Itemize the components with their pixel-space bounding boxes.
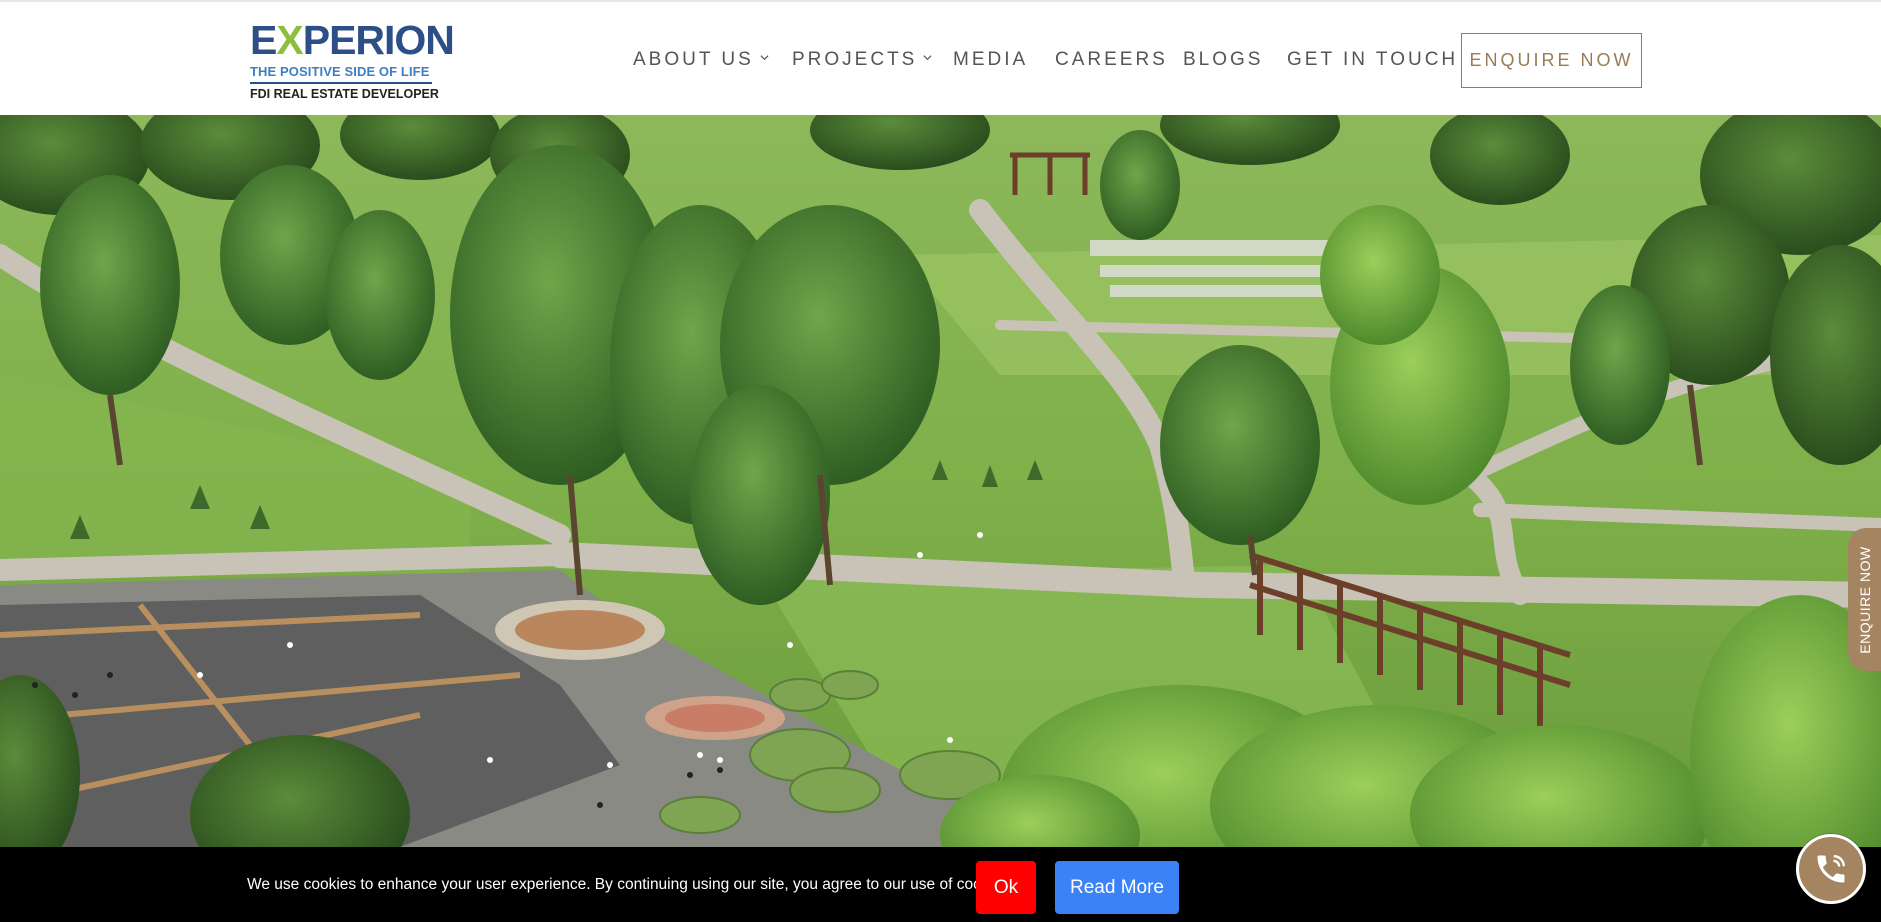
- phone-icon: [1817, 855, 1845, 883]
- side-enquire-label: ENQUIRE NOW: [1856, 545, 1873, 654]
- chevron-down-icon: [923, 55, 932, 61]
- logo-wordmark: EXPERION: [250, 17, 455, 63]
- logo-tagline: THE POSITIVE SIDE OF LIFE: [250, 64, 430, 79]
- cookie-consent-bar: We use cookies to enhance your user expe…: [0, 847, 1881, 922]
- call-button[interactable]: [1796, 834, 1866, 904]
- cookie-read-more-button[interactable]: Read More: [1055, 861, 1179, 914]
- nav-item-label: ABOUT US: [633, 49, 754, 70]
- chevron-down-icon: [760, 55, 769, 61]
- nav-item-projects[interactable]: PROJECTS: [792, 40, 932, 80]
- cookie-message: We use cookies to enhance your user expe…: [247, 876, 1014, 893]
- nav-item-label: CAREERS: [1055, 49, 1168, 70]
- cookie-ok-button[interactable]: Ok: [976, 861, 1036, 914]
- nav-item-label: BLOGS: [1183, 49, 1264, 70]
- hero-banner: ENQUIRE NOW: [0, 115, 1881, 847]
- site-header: EXPERION THE POSITIVE SIDE OF LIFE FDI R…: [0, 0, 1881, 115]
- nav-item-media[interactable]: MEDIA: [953, 40, 1028, 80]
- nav-item-careers[interactable]: CAREERS: [1055, 40, 1168, 80]
- nav-item-about-us[interactable]: ABOUT US: [633, 40, 769, 80]
- nav-item-get-in-touch[interactable]: GET IN TOUCH: [1287, 40, 1458, 80]
- side-enquire-tab[interactable]: ENQUIRE NOW: [1848, 528, 1881, 671]
- nav-item-blogs[interactable]: BLOGS: [1183, 40, 1263, 80]
- enquire-now-button[interactable]: ENQUIRE NOW: [1461, 33, 1642, 88]
- park-aerial-photo: [0, 115, 1881, 847]
- nav-item-label: MEDIA: [953, 49, 1029, 70]
- logo-divider: [250, 82, 432, 84]
- nav-item-label: GET IN TOUCH: [1287, 49, 1459, 70]
- nav-item-label: PROJECTS: [792, 49, 918, 70]
- experion-logo[interactable]: EXPERION THE POSITIVE SIDE OF LIFE FDI R…: [250, 16, 455, 104]
- logo-subtitle: FDI REAL ESTATE DEVELOPER: [250, 87, 439, 101]
